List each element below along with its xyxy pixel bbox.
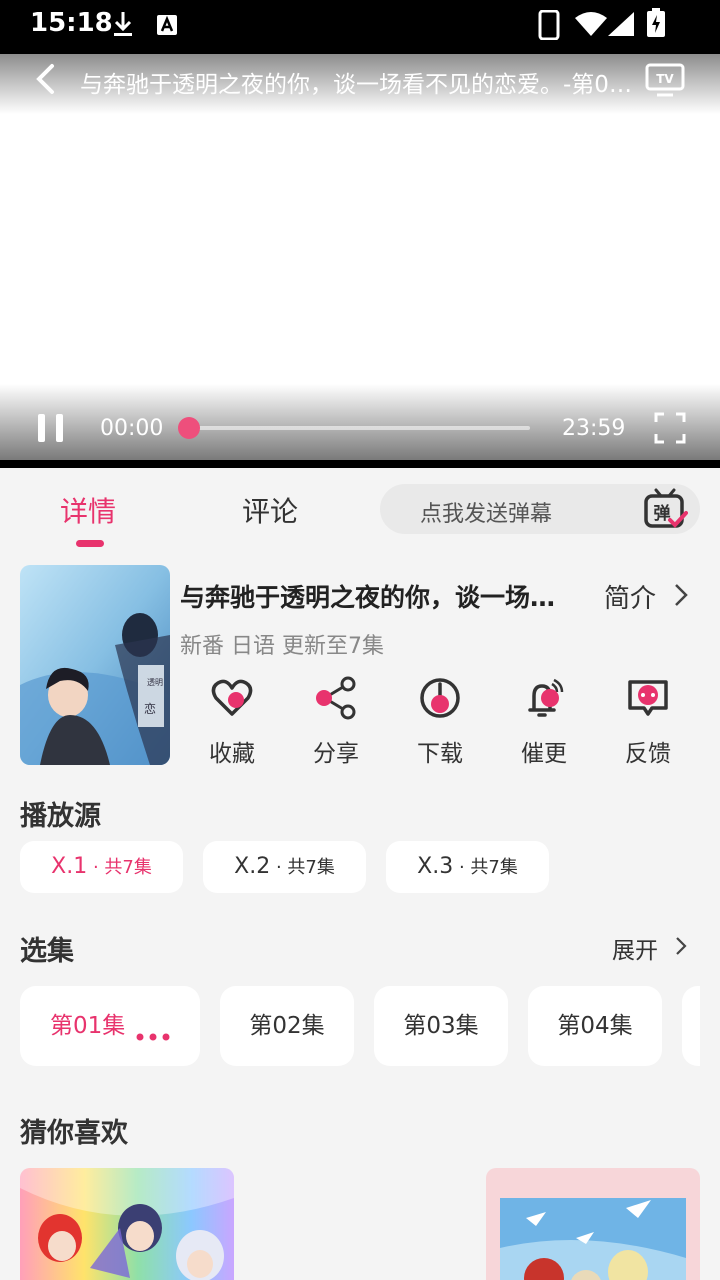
favorite-button[interactable]: 收藏	[180, 676, 284, 768]
feedback-icon	[628, 680, 668, 716]
intro-link[interactable]: 简介	[604, 578, 656, 615]
share-icon	[316, 676, 356, 720]
keyboard-status-icon	[157, 15, 177, 35]
episode-label: 第03集	[403, 1013, 479, 1039]
download-button[interactable]: 下载	[388, 676, 492, 768]
svg-text:弹: 弹	[654, 503, 671, 524]
app-root: { "status_bar": { "time": "15:18" }, "pl…	[0, 0, 720, 1280]
svg-text:TV: TV	[656, 72, 674, 86]
chevron-right-icon[interactable]	[674, 935, 688, 957]
download-label: 下载	[417, 741, 463, 767]
source-chip-x3[interactable]: X.3 · 共7集	[386, 841, 549, 893]
download-status-icon	[114, 12, 132, 36]
tab-underline	[76, 540, 104, 547]
episodes-heading: 选集	[20, 936, 74, 967]
episode-chip-2[interactable]: 第02集	[220, 986, 354, 1066]
favorite-label: 收藏	[209, 741, 255, 767]
wifi-icon	[575, 12, 607, 36]
recommend-card[interactable]	[20, 1168, 234, 1280]
episode-chip-5-partial[interactable]	[682, 986, 700, 1066]
source-heading: 播放源	[20, 801, 101, 832]
episode-chip-4[interactable]: 第04集	[528, 986, 662, 1066]
status-time: 15:18	[30, 8, 113, 38]
danmaku-input[interactable]: 点我发送弹幕 弹	[380, 484, 700, 534]
current-time: 00:00	[100, 416, 164, 441]
download-icon	[420, 678, 460, 718]
source-count: · 共7集	[87, 857, 152, 878]
recommend-heading: 猜你喜欢	[20, 1118, 128, 1149]
bell-icon	[528, 678, 564, 717]
svg-text:恋: 恋	[144, 701, 156, 716]
pause-icon[interactable]	[36, 412, 66, 444]
chevron-right-icon[interactable]	[672, 582, 690, 608]
recommend-card[interactable]	[486, 1168, 700, 1280]
video-title: 与奔驰于透明之夜的你，谈一场看不见的恋爱。-第01集	[80, 72, 632, 98]
total-time: 23:59	[562, 416, 626, 441]
source-name: X.1	[51, 854, 88, 879]
source-chip-x1[interactable]: X.1 · 共7集	[20, 841, 183, 893]
fullscreen-icon[interactable]	[654, 412, 686, 444]
progress-knob[interactable]	[178, 417, 200, 439]
feedback-button[interactable]: 反馈	[596, 676, 700, 768]
playing-indicator-icon	[136, 1033, 170, 1041]
svg-text:透明: 透明	[147, 678, 163, 687]
episode-label: 第01集	[50, 1013, 126, 1039]
phone-status-icon	[538, 10, 560, 40]
tv-cast-icon[interactable]: TV	[644, 62, 686, 98]
source-name: X.2	[234, 854, 271, 879]
show-meta: 新番 日语 更新至7集	[180, 634, 384, 659]
danmaku-toggle-icon[interactable]: 弹	[642, 486, 688, 532]
expand-link[interactable]: 展开	[612, 931, 658, 965]
heart-icon	[211, 679, 253, 716]
episode-chip-1[interactable]: 第01集	[20, 986, 200, 1066]
episode-chip-3[interactable]: 第03集	[374, 986, 508, 1066]
back-arrow-icon[interactable]	[30, 62, 64, 96]
tab-comments[interactable]: 评论	[242, 490, 298, 530]
status-bar: 15:18	[0, 0, 720, 54]
show-cover[interactable]: 透明 恋	[20, 565, 170, 765]
episode-label: 第02集	[249, 1013, 325, 1039]
progress-bar[interactable]	[178, 417, 530, 439]
share-button[interactable]: 分享	[284, 676, 388, 768]
show-title: 与奔驰于透明之夜的你，谈一场看不见的恋爱。	[180, 583, 572, 612]
video-player[interactable]: 与奔驰于透明之夜的你，谈一场看不见的恋爱。-第01集 TV 00:00 23:5…	[0, 54, 720, 460]
feedback-label: 反馈	[625, 741, 671, 767]
battery-icon	[647, 8, 665, 37]
urge-update-label: 催更	[521, 741, 567, 767]
tab-details[interactable]: 详情	[60, 490, 116, 530]
danmaku-placeholder: 点我发送弹幕	[420, 502, 553, 527]
source-chip-x2[interactable]: X.2 · 共7集	[203, 841, 366, 893]
signal-icon	[608, 12, 634, 36]
source-count: · 共7集	[270, 857, 335, 878]
source-name: X.3	[417, 854, 454, 879]
urge-update-button[interactable]: 催更	[492, 676, 596, 768]
player-divider	[0, 460, 720, 468]
share-label: 分享	[313, 741, 359, 767]
source-count: · 共7集	[453, 857, 518, 878]
episode-label: 第04集	[557, 1013, 633, 1039]
